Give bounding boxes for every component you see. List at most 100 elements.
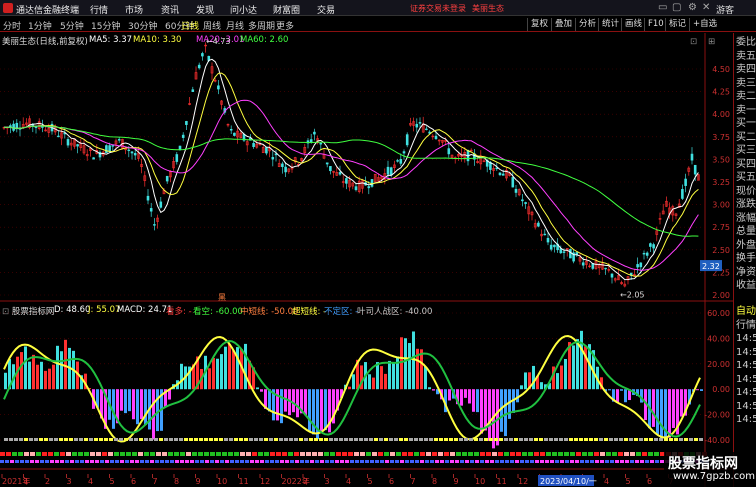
candle-body <box>185 121 188 125</box>
signal-marker <box>694 438 698 441</box>
analysis-button[interactable]: 分析 <box>575 18 599 31</box>
period-tab-multi[interactable]: 多周期 <box>248 19 275 32</box>
signal-strip-cell <box>365 460 369 463</box>
signal-marker <box>539 438 543 441</box>
signal-marker <box>429 438 433 441</box>
menu-item-discover[interactable]: 发现 <box>196 3 214 16</box>
indicator-bar <box>56 345 59 390</box>
f10-button[interactable]: F10 <box>644 18 667 31</box>
side-panel-item: 现价 <box>736 185 756 197</box>
period-tab-5min[interactable]: 5分钟 <box>60 19 84 32</box>
signal-marker <box>159 438 163 441</box>
signal-marker <box>304 438 308 441</box>
candle-body <box>546 237 550 243</box>
menu-item-ask[interactable]: 问小达 <box>230 3 257 16</box>
settings-icon[interactable]: ⚙ <box>688 2 697 13</box>
signal-strip-cell <box>80 460 84 463</box>
indicator-bar <box>52 364 55 390</box>
signal-strip-cell <box>495 460 499 463</box>
period-tab-intraday[interactable]: 分时 <box>3 19 21 32</box>
signal-marker <box>174 438 178 441</box>
signal-strip-cell <box>50 460 54 463</box>
signal-strip-cell <box>375 460 379 463</box>
indicator-tick-label: -40.00 <box>704 436 730 445</box>
signal-marker <box>84 438 88 441</box>
signal-marker <box>369 438 373 441</box>
period-tab-15min[interactable]: 15分钟 <box>91 19 120 32</box>
candle-body <box>178 145 182 150</box>
menu-item-wealth[interactable]: 财富圈 <box>273 3 300 16</box>
signal-strip-cell <box>534 452 539 456</box>
close-icon[interactable]: ✕ <box>702 2 710 13</box>
user-label[interactable]: 游客 <box>716 3 734 16</box>
indicator-bar <box>24 346 27 390</box>
signal-strip-cell <box>160 460 164 463</box>
candle-body <box>434 135 438 139</box>
menu-item-market[interactable]: 市场 <box>125 3 143 16</box>
stats-button[interactable]: 统计 <box>598 18 622 31</box>
signal-strip-cell <box>144 452 149 456</box>
draw-line-button[interactable]: 画线 <box>621 18 645 31</box>
date-tick-label: 6 <box>647 477 652 486</box>
signal-strip-cell <box>605 460 609 463</box>
side-panel-item: 行情 <box>736 319 756 331</box>
overlay-button[interactable]: 叠加 <box>551 18 575 31</box>
signal-strip-cell <box>655 460 659 463</box>
signal-strip-cell <box>315 460 319 463</box>
period-tab-1min[interactable]: 1分钟 <box>28 19 52 32</box>
side-panel-item: 卖三 <box>736 77 756 89</box>
signal-strip-cell <box>645 460 649 463</box>
signal-strip-cell <box>150 460 154 463</box>
add-watchlist-button[interactable]: +自选 <box>689 18 720 31</box>
signal-strip-cell <box>35 460 39 463</box>
ma5-line <box>4 58 699 281</box>
period-tab-monthly[interactable]: 月线 <box>226 19 244 32</box>
indicator-tick-label: 20.00 <box>707 360 730 369</box>
date-tick-label: 6 <box>131 477 136 486</box>
period-tab-weekly[interactable]: 周线 <box>203 19 221 32</box>
candle-body <box>610 273 614 278</box>
signal-strip-cell <box>432 452 437 456</box>
signal-marker <box>49 438 53 441</box>
signal-strip-cell <box>395 460 399 463</box>
candle-body <box>117 139 121 141</box>
signal-strip-cell <box>450 460 454 463</box>
login-notice[interactable]: 证券交易未登录 <box>410 3 466 14</box>
menu-item-quotes[interactable]: 行情 <box>90 3 108 16</box>
signal-strip-cell <box>552 452 557 456</box>
signal-strip-cell <box>355 460 359 463</box>
period-tab-30min[interactable]: 30分钟 <box>128 19 157 32</box>
candle-body <box>501 173 505 176</box>
candle-body <box>130 151 134 154</box>
signal-marker <box>554 438 558 441</box>
kline-chart[interactable]: 4.504.254.003.753.503.253.002.752.502.25… <box>0 33 733 487</box>
signal-marker <box>699 438 703 441</box>
signal-marker <box>574 438 578 441</box>
signal-strip-cell <box>222 452 227 456</box>
menu-item-trade[interactable]: 交易 <box>317 3 335 16</box>
signal-strip-cell <box>390 460 394 463</box>
period-tab-daily[interactable]: 日线 <box>181 19 199 32</box>
signal-strip-cell <box>25 460 29 463</box>
signal-marker <box>384 438 388 441</box>
signal-strip-cell <box>636 452 641 456</box>
indicator-bar <box>180 363 183 390</box>
date-tick-label: 5 <box>110 477 115 486</box>
signal-strip-cell <box>5 460 9 463</box>
signal-marker <box>149 438 153 441</box>
mark-button[interactable]: 标记 <box>665 18 689 31</box>
period-tab-more[interactable]: 更多 <box>276 19 294 32</box>
restore-icon[interactable]: ▢ <box>672 2 681 13</box>
signal-marker <box>199 438 203 441</box>
signal-strip-cell <box>85 460 89 463</box>
indicator-bar <box>232 350 235 390</box>
indicator-bar <box>540 382 543 390</box>
date-tick-label: 8 <box>432 477 437 486</box>
menu-item-news[interactable]: 资讯 <box>161 3 179 16</box>
signal-marker <box>79 438 83 441</box>
date-tick-label: 10 <box>217 477 227 486</box>
minimize-icon[interactable]: ▭ <box>658 2 667 13</box>
adjust-button[interactable]: 复权 <box>527 18 551 31</box>
signal-strip-cell <box>108 452 113 456</box>
candle-body <box>159 201 163 208</box>
